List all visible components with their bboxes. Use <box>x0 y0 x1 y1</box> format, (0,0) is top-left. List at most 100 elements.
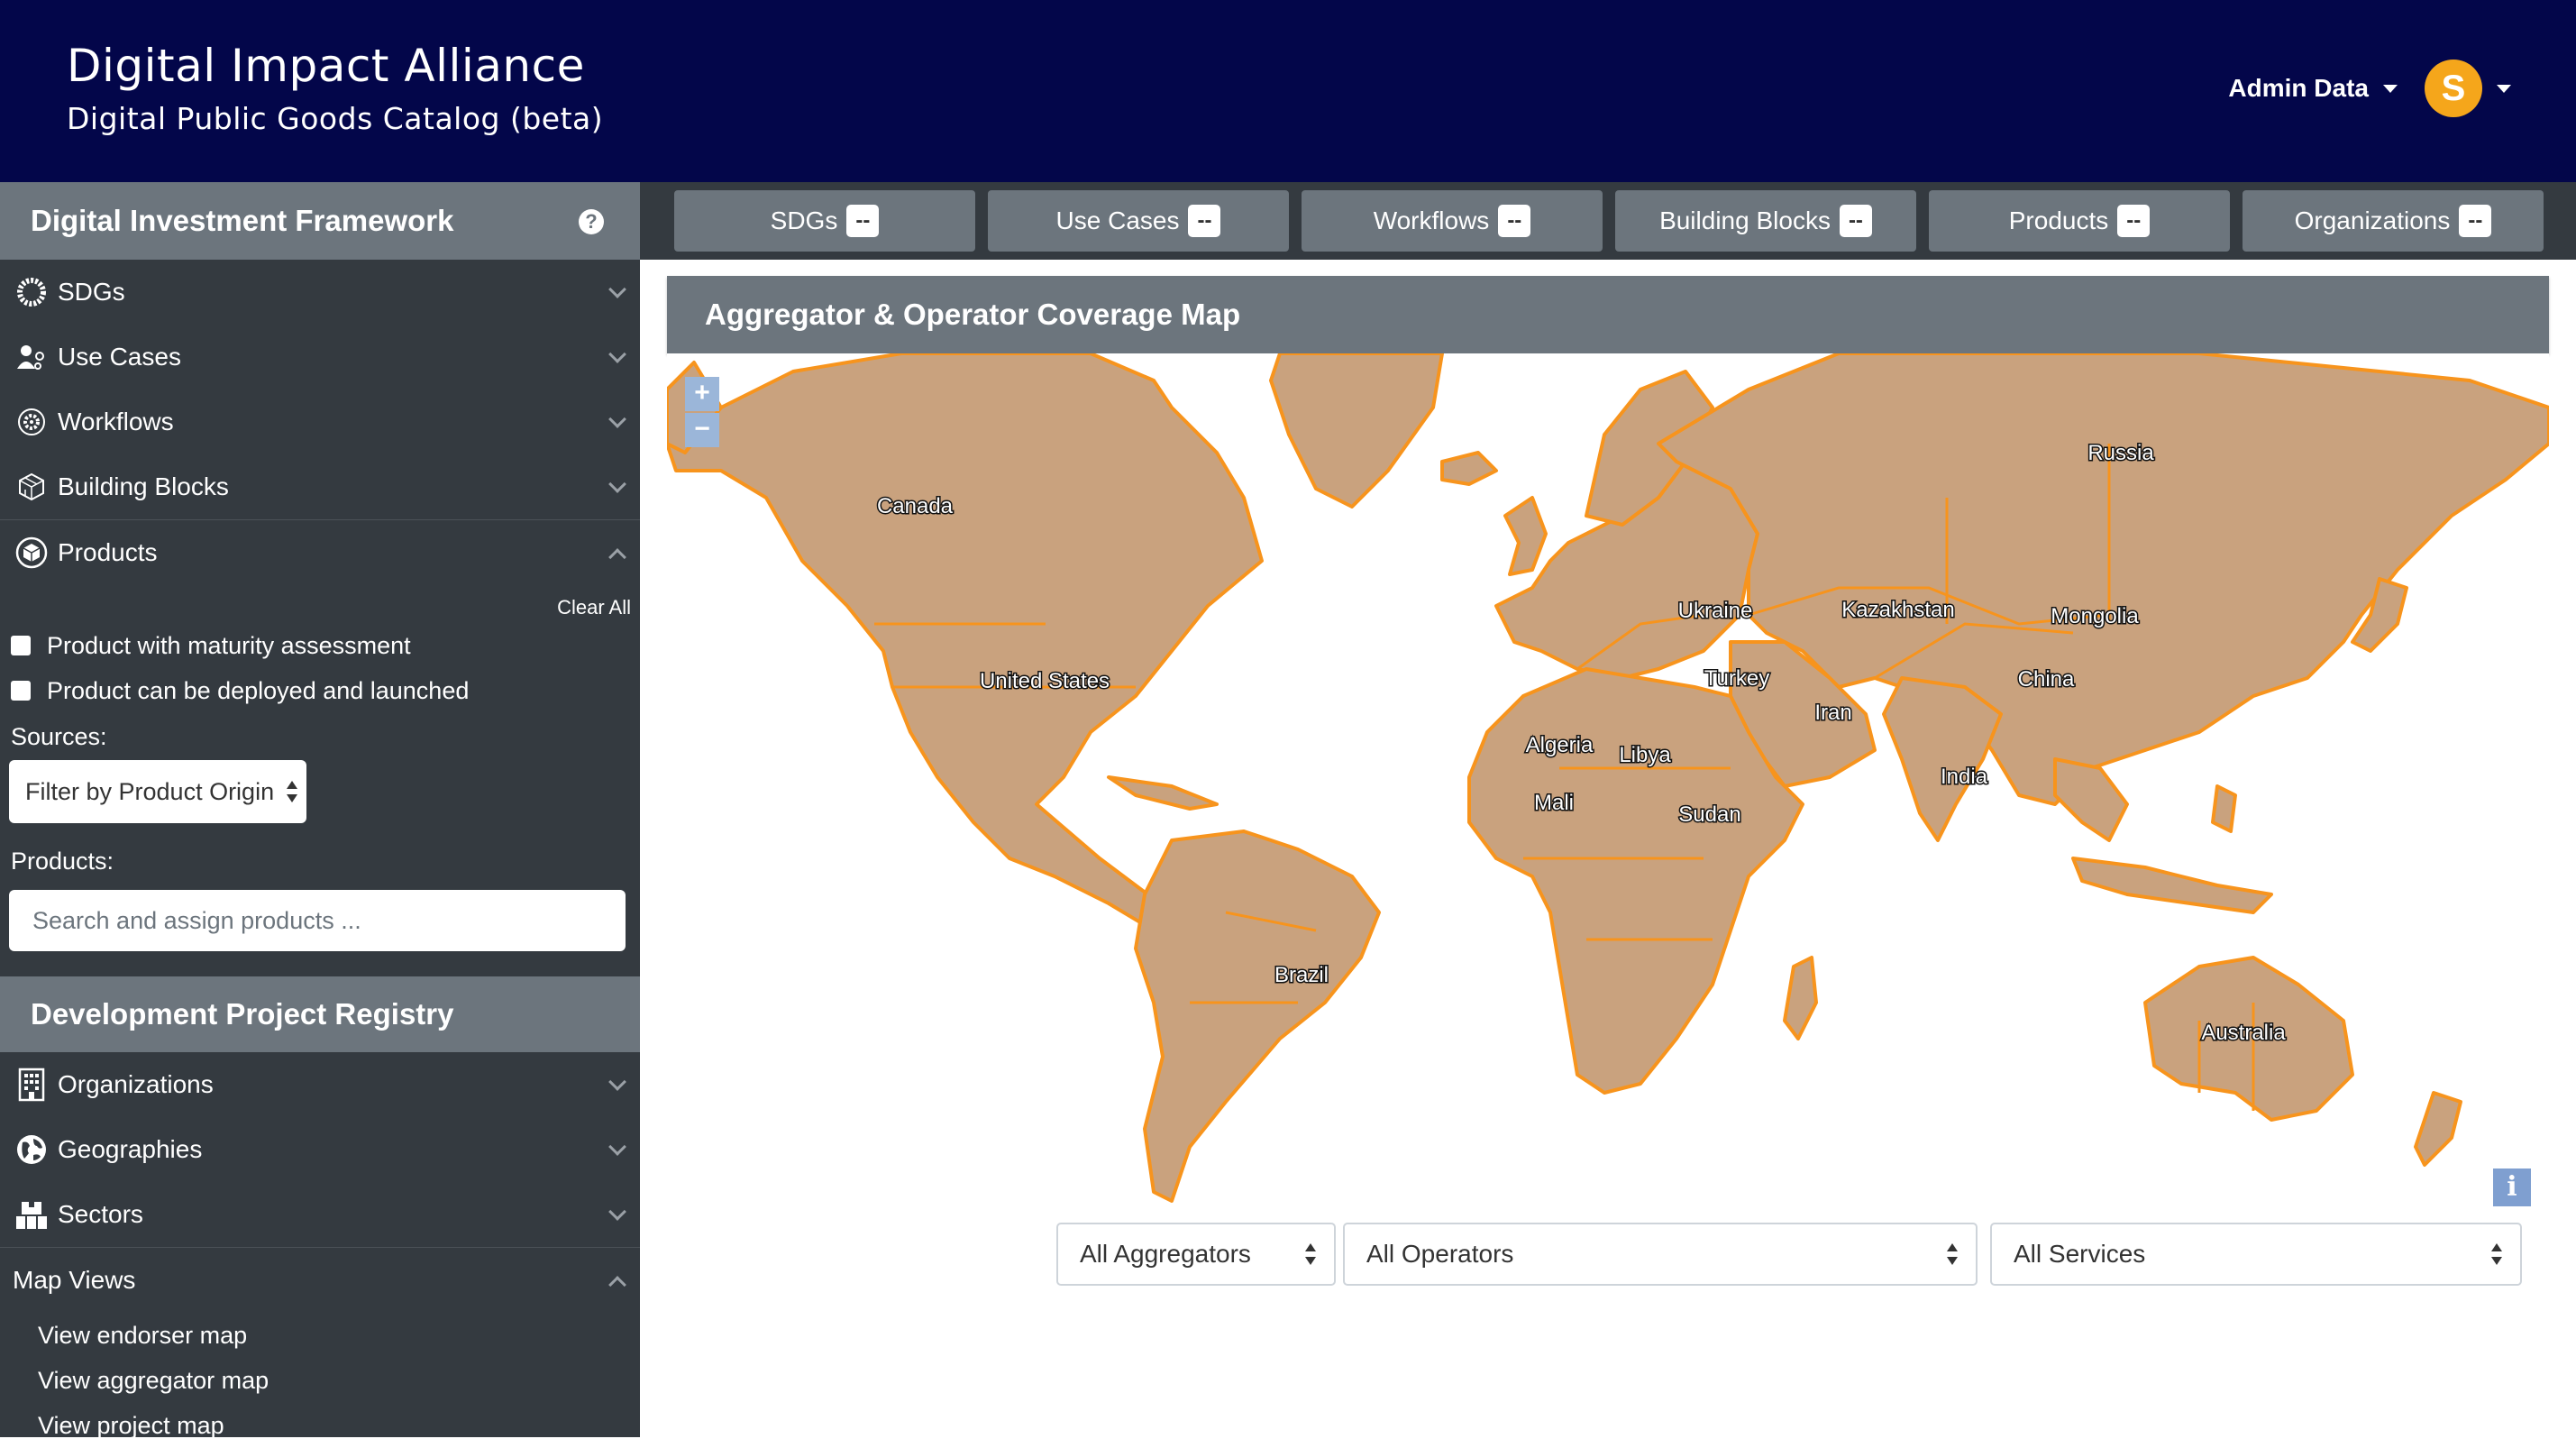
sidebar-item-label: Sectors <box>58 1200 143 1228</box>
chevron-down-icon[interactable] <box>608 1203 626 1221</box>
sidebar-item-use-cases[interactable]: Use Cases <box>0 325 640 389</box>
products-label: Products: <box>11 847 114 875</box>
map-info-button[interactable]: i <box>2493 1168 2531 1206</box>
chevron-down-icon[interactable] <box>608 280 626 298</box>
land-se-asia <box>2053 757 2129 842</box>
tab-products[interactable]: Products -- <box>1929 190 2230 252</box>
help-icon[interactable]: ? <box>579 209 604 234</box>
sidebar-item-sectors[interactable]: Sectors <box>0 1182 640 1247</box>
user-menu[interactable]: Admin Data S <box>2228 60 2511 117</box>
tab-count-badge: -- <box>1188 205 1221 237</box>
label-mongolia: Mongolia <box>2051 604 2139 628</box>
tab-workflows[interactable]: Workflows -- <box>1302 190 1603 252</box>
sidebar-item-label: SDGs <box>58 278 125 306</box>
brand-subtitle[interactable]: Digital Public Goods Catalog (beta) <box>67 101 603 136</box>
tab-building-blocks[interactable]: Building Blocks -- <box>1615 190 1916 252</box>
operators-select[interactable]: All Operators <box>1343 1223 1978 1286</box>
clear-all-link[interactable]: Clear All <box>557 596 631 619</box>
select-value: All Operators <box>1366 1240 1514 1268</box>
view-project-map-link[interactable]: View project map <box>0 1403 640 1448</box>
sidebar-item-workflows[interactable]: Workflows <box>0 389 640 454</box>
world-map-svg[interactable]: Canada United States Brazil Russia Ukrai… <box>667 353 2549 1219</box>
land-uk <box>1503 496 1548 576</box>
sidebar-item-geographies[interactable]: Geographies <box>0 1117 640 1182</box>
products-search-wrap: Search and assign products ... <box>0 890 640 976</box>
chevron-up-icon[interactable] <box>608 548 626 566</box>
tab-count-badge: -- <box>1839 205 1872 237</box>
products-search-input[interactable]: Search and assign products ... <box>9 890 626 951</box>
brand-title[interactable]: Digital Impact Alliance <box>67 40 603 92</box>
products-filter-panel: Clear All <box>0 585 640 623</box>
checkbox-label: Product can be deployed and launched <box>47 676 470 704</box>
deploy-checkbox[interactable] <box>11 681 31 701</box>
tab-label: SDGs <box>770 206 838 234</box>
maturity-checkbox-row[interactable]: Product with maturity assessment <box>0 623 640 668</box>
top-navbar: Digital Impact Alliance Digital Public G… <box>0 0 2576 182</box>
chevron-down-icon[interactable] <box>608 410 626 428</box>
tab-label: Products <box>2008 206 2109 234</box>
sidebar-item-organizations[interactable]: Organizations <box>0 1052 640 1117</box>
sidebar-item-sdgs[interactable]: SDGs <box>0 260 640 325</box>
tab-count-badge: -- <box>846 205 880 237</box>
land-india <box>1882 676 2003 842</box>
chevron-down-icon[interactable] <box>2383 84 2398 93</box>
sidebar-item-building-blocks[interactable]: Building Blocks <box>0 454 640 519</box>
globe-icon <box>14 1132 49 1167</box>
view-endorser-map-link[interactable]: View endorser map <box>0 1313 640 1358</box>
summary-tabs-bar: SDGs -- Use Cases -- Workflows -- Buildi… <box>640 182 2576 260</box>
services-select[interactable]: All Services <box>1990 1223 2522 1286</box>
tab-label: Use Cases <box>1055 206 1180 234</box>
aggregators-select[interactable]: All Aggregators <box>1056 1223 1336 1286</box>
tab-use-cases[interactable]: Use Cases -- <box>988 190 1289 252</box>
sidebar-item-label: Building Blocks <box>58 472 229 500</box>
label-mali: Mali <box>1534 791 1574 815</box>
chevron-down-icon[interactable] <box>2497 84 2511 93</box>
chevron-down-icon[interactable] <box>608 475 626 493</box>
registry-title: Development Project Registry <box>31 997 454 1031</box>
product-origin-select[interactable]: Filter by Product Origin <box>9 760 306 823</box>
sidebar-item-label: Products <box>58 538 158 566</box>
coverage-map[interactable]: Canada United States Brazil Russia Ukrai… <box>667 353 2549 1219</box>
avatar[interactable]: S <box>2425 60 2482 117</box>
tab-organizations[interactable]: Organizations -- <box>2243 190 2544 252</box>
tab-sdgs[interactable]: SDGs -- <box>674 190 975 252</box>
label-russia: Russia <box>2087 441 2154 465</box>
land-iceland <box>1440 451 1498 486</box>
deploy-checkbox-row[interactable]: Product can be deployed and launched <box>0 668 640 713</box>
chevron-down-icon[interactable] <box>608 1073 626 1091</box>
zoom-out-button[interactable]: − <box>685 413 719 447</box>
sidebar-item-products[interactable]: Products <box>0 520 640 585</box>
chevron-up-icon[interactable] <box>608 1276 626 1294</box>
land-new-zealand <box>2414 1091 2462 1167</box>
maturity-checkbox[interactable] <box>11 636 31 655</box>
framework-header: Digital Investment Framework ? <box>0 182 640 260</box>
label-algeria: Algeria <box>1526 733 1594 757</box>
admin-data-menu[interactable]: Admin Data <box>2228 74 2369 103</box>
map-panel-title: Aggregator & Operator Coverage Map <box>667 276 2549 353</box>
products-box-icon <box>14 536 49 570</box>
sidebar-item-map-views[interactable]: Map Views <box>0 1248 640 1313</box>
label-iran: Iran <box>1814 701 1851 725</box>
label-ukraine: Ukraine <box>1678 599 1753 623</box>
tab-count-badge: -- <box>1498 205 1531 237</box>
building-icon <box>14 1068 49 1102</box>
label-australia: Australia <box>2201 1021 2286 1045</box>
chevron-down-icon[interactable] <box>608 345 626 363</box>
view-aggregator-map-link[interactable]: View aggregator map <box>0 1358 640 1403</box>
zoom-in-button[interactable]: + <box>685 377 719 411</box>
tab-label: Workflows <box>1373 206 1490 234</box>
sidebar-item-label: Organizations <box>58 1070 214 1098</box>
label-libya: Libya <box>1619 743 1671 767</box>
sidebar-item-label: Use Cases <box>58 343 181 371</box>
land-indonesia <box>2071 857 2273 914</box>
select-arrows-icon <box>1947 1243 1958 1265</box>
chevron-down-icon[interactable] <box>608 1138 626 1156</box>
sdg-wheel-icon <box>14 275 49 309</box>
land-philippines <box>2211 784 2237 833</box>
sectors-icon <box>14 1197 49 1232</box>
label-brazil: Brazil <box>1274 963 1329 987</box>
sources-select-wrap: Filter by Product Origin <box>0 760 640 832</box>
sidebar: Digital Investment Framework ? SDGs Use … <box>0 182 640 1439</box>
brand[interactable]: Digital Impact Alliance Digital Public G… <box>67 40 603 136</box>
label-united-states: United States <box>980 669 1110 693</box>
